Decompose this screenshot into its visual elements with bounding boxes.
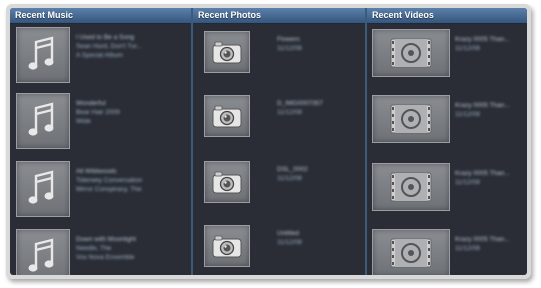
video-title: Krazy 0005 Than...: [455, 36, 510, 43]
video-title: Krazy 0005 Than...: [455, 102, 510, 109]
music-artist: Bear Hair 2009: [76, 109, 120, 116]
video-date: 11/12/08: [455, 179, 480, 186]
recent-photos-header: Recent Photos: [193, 8, 365, 24]
camera-icon: [204, 225, 250, 267]
music-title: I Used to Be a Song: [76, 34, 135, 41]
film-reel-icon: [372, 163, 450, 211]
music-item[interactable]: Wonderful Bear Hair 2009 Wide: [10, 93, 191, 153]
music-title: Down with Moonlight: [76, 236, 136, 243]
music-album: A Special Album: [76, 52, 123, 59]
music-note-icon: [16, 93, 70, 149]
photo-title: Flowers: [277, 36, 300, 43]
music-note-icon: [16, 161, 70, 217]
recent-videos-header: Recent Videos: [367, 8, 527, 24]
recent-music-header: Recent Music: [10, 8, 191, 24]
music-album: Wide: [76, 118, 91, 125]
film-reel-icon: [372, 29, 450, 77]
music-artist: Tiderwey Conversation: [76, 177, 143, 184]
photo-title: Untitled: [277, 230, 300, 237]
photo-date: 11/12/08: [277, 239, 302, 246]
film-reel-icon: [372, 95, 450, 143]
photo-item[interactable]: D_IMG0007357 11/12/08: [193, 91, 365, 151]
music-artist: Sean Hurd, Don't Tur...: [76, 43, 142, 50]
music-note-icon: [16, 229, 70, 275]
media-center-window: Recent Music I Used to Be a Song Sean Hur…: [6, 4, 531, 279]
media-center-screen: Recent Music I Used to Be a Song Sean Hur…: [10, 8, 527, 275]
recent-photos-panel: Recent Photos Flowers 11/12/08 D_IMG00073…: [193, 8, 367, 275]
music-album: Vox Nova Ensemble: [76, 254, 135, 261]
photo-date: 11/12/08: [277, 45, 302, 52]
video-date: 11/12/08: [455, 111, 480, 118]
music-artist: Needle, The: [76, 245, 112, 252]
video-item[interactable]: Krazy 0005 Than... 11/12/08: [367, 227, 527, 275]
video-title: Krazy 0005 Than...: [455, 170, 510, 177]
camera-icon: [204, 95, 250, 137]
camera-icon: [204, 161, 250, 203]
music-note-icon: [16, 27, 70, 83]
photo-item[interactable]: Flowers 11/12/08: [193, 27, 365, 87]
music-title: Wonderful: [76, 100, 106, 107]
music-item[interactable]: I Used to Be a Song Sean Hurd, Don't Tur.…: [10, 27, 191, 87]
video-item[interactable]: Krazy 0005 Than... 11/12/08: [367, 161, 527, 221]
music-title: All Wildwoods: [76, 168, 117, 175]
music-album: Mirror Conspiracy, The: [76, 186, 142, 193]
video-date: 11/12/08: [455, 45, 480, 52]
video-date: 11/12/08: [455, 245, 480, 252]
video-title: Krazy 0005 Than...: [455, 236, 510, 243]
video-item[interactable]: Krazy 0005 Than... 11/12/08: [367, 93, 527, 153]
film-reel-icon: [372, 229, 450, 275]
photo-date: 11/12/08: [277, 109, 302, 116]
music-item[interactable]: All Wildwoods Tiderwey Conversation Mirror…: [10, 161, 191, 221]
photo-title: DSL_0002: [277, 166, 308, 173]
photo-item[interactable]: Untitled 11/12/08: [193, 221, 365, 275]
photo-date: 11/12/08: [277, 175, 302, 182]
photo-title: D_IMG0007357: [277, 100, 323, 107]
recent-videos-panel: Recent Videos Krazy 0005 Than... 11/12/08…: [367, 8, 527, 275]
photo-item[interactable]: DSL_0002 11/12/08: [193, 157, 365, 217]
recent-music-panel: Recent Music I Used to Be a Song Sean Hur…: [10, 8, 193, 275]
music-item[interactable]: Down with Moonlight Needle, The Vox Nova E…: [10, 229, 191, 275]
camera-icon: [204, 31, 250, 73]
video-item[interactable]: Krazy 0005 Than... 11/12/08: [367, 27, 527, 87]
